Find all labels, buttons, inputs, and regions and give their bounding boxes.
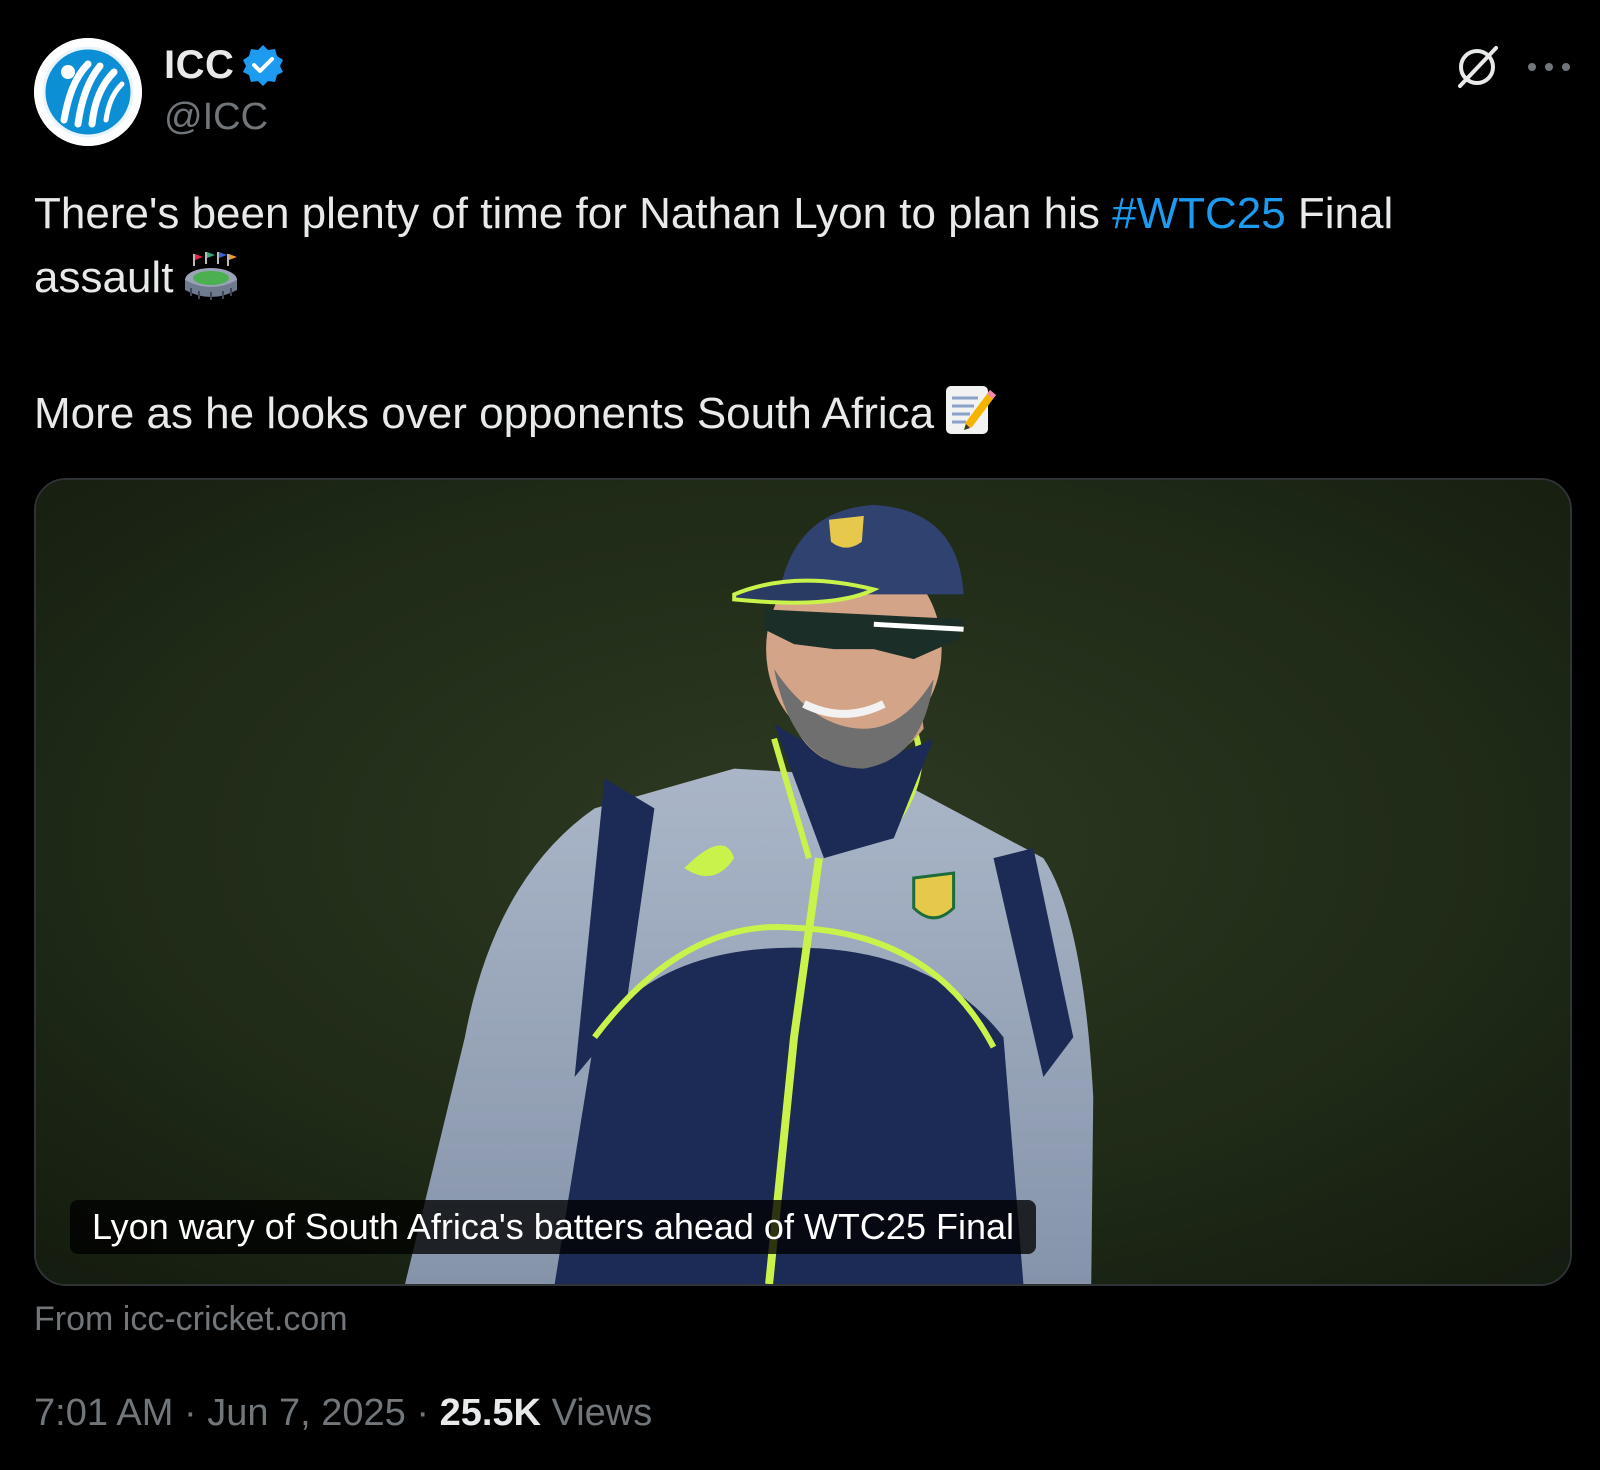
name-row: ICC (164, 40, 286, 90)
meta-separator: · (416, 1392, 430, 1434)
icc-logo (34, 38, 142, 146)
tweet-meta: 7:01 AM · Jun 7, 2025 · 25.5K Views (34, 1392, 652, 1435)
author-handle[interactable]: @ICC (164, 96, 286, 139)
display-name[interactable]: ICC (164, 43, 234, 88)
avatar[interactable] (34, 38, 142, 146)
card-caption: Lyon wary of South Africa's batters ahea… (70, 1200, 1036, 1254)
tweet-line-3: More as he looks over opponents South Af… (34, 382, 1554, 454)
hashtag-link[interactable]: #WTC25 (1112, 189, 1286, 238)
tweet-text-part: More as he looks over opponents South Af… (34, 389, 935, 438)
tweet-line-2: assault (34, 246, 1554, 318)
tweet-text-part: There's been plenty of time for Nathan L… (34, 189, 1113, 238)
tweet-text: There's been plenty of time for Nathan L… (34, 182, 1554, 454)
stadium-emoji-icon (183, 252, 239, 318)
tweet-date[interactable]: Jun 7, 2025 (207, 1392, 406, 1434)
tweet-text-part: Final (1285, 189, 1394, 238)
tweet-header: ICC @ICC (34, 36, 1574, 148)
more-icon[interactable] (1524, 54, 1574, 80)
views-label: Views (551, 1392, 653, 1434)
tweet-text-part: assault (34, 253, 174, 302)
memo-emoji-icon (944, 382, 997, 454)
tweet-time[interactable]: 7:01 AM (34, 1392, 173, 1434)
views-count: 25.5K (439, 1392, 541, 1434)
grok-icon[interactable] (1452, 42, 1502, 92)
tweet-line-1: There's been plenty of time for Nathan L… (34, 182, 1554, 246)
card-image (36, 480, 1570, 1284)
author-names: ICC @ICC (164, 40, 286, 139)
verified-badge-icon[interactable] (240, 42, 286, 88)
meta-separator: · (183, 1392, 197, 1434)
card-source[interactable]: From icc-cricket.com (34, 1300, 348, 1339)
link-card[interactable]: Lyon wary of South Africa's batters ahea… (34, 478, 1572, 1286)
